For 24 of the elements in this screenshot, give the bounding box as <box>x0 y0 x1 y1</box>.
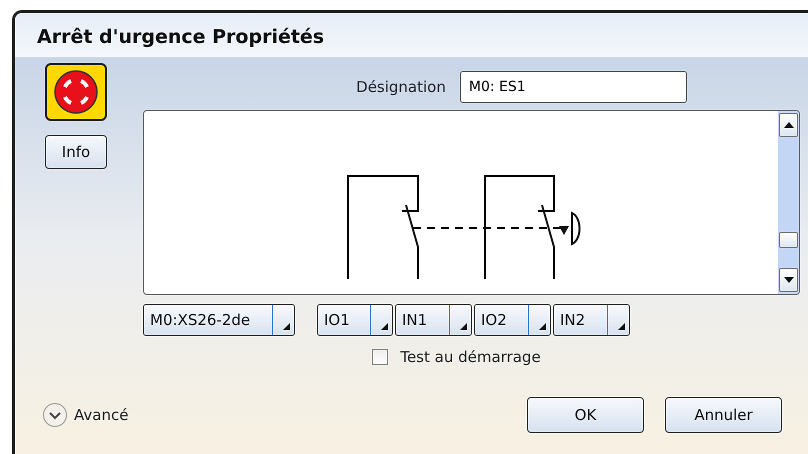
dropdown-arrow-icon <box>381 323 388 330</box>
dropdown-arrow-icon <box>460 323 467 330</box>
checkbox-label: Test au démarrage <box>400 347 541 368</box>
checkbox[interactable] <box>372 349 388 366</box>
dropdown[interactable]: IO2 <box>474 304 551 336</box>
dropdown[interactable]: IN1 <box>395 304 472 336</box>
dropdown-arrow-icon <box>283 323 290 330</box>
designation-label: Désignation <box>356 76 446 98</box>
dropdown[interactable]: M0:XS26-2de <box>143 304 295 336</box>
scroll-up-icon[interactable] <box>784 122 794 128</box>
advanced-expander[interactable]: Avancé <box>42 402 128 428</box>
scroll-down-icon[interactable] <box>784 277 794 283</box>
window-title: Arrêt d'urgence Propriétés <box>15 13 808 58</box>
dropdown-arrow-icon <box>618 323 625 330</box>
dialog-button[interactable]: OK <box>527 397 644 433</box>
emergency-stop-icon <box>45 63 107 121</box>
designation-field[interactable]: M0: ES1 <box>460 71 687 103</box>
scroll-thumb[interactable] <box>779 232 798 248</box>
dropdown-arrow-icon <box>539 323 546 330</box>
dialog-button[interactable]: Annuler <box>665 397 782 433</box>
scrollbar[interactable] <box>778 111 799 294</box>
info-button[interactable]: Info <box>45 135 107 169</box>
dropdown[interactable]: IN2 <box>553 304 630 336</box>
dropdown[interactable]: IO1 <box>317 304 393 336</box>
